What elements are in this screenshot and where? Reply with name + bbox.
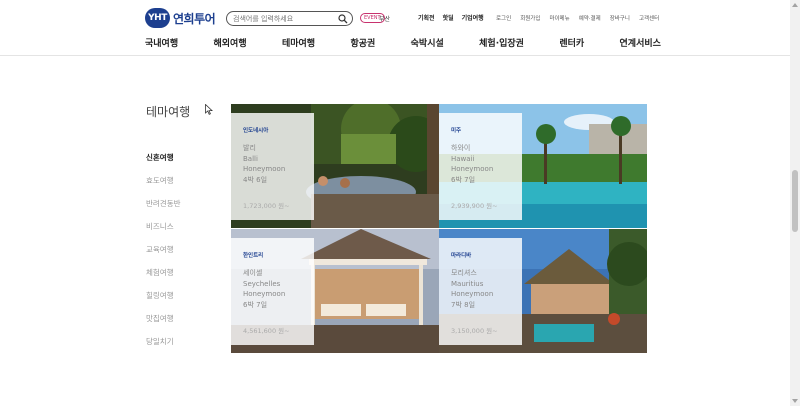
top-links: 기획전 핫딜 기업여행 xyxy=(418,13,492,22)
product-name-ko: 세이셸 xyxy=(243,269,263,277)
product-price: 1,723,000 원~ xyxy=(243,202,290,210)
product-price: 2,939,900 원~ xyxy=(451,202,498,210)
util-link-support[interactable]: 고객센터 xyxy=(639,14,659,22)
product-name-ko: 발리 xyxy=(243,144,256,152)
side-menu-item-healing[interactable]: 힐링여행 xyxy=(146,290,181,313)
site-header: YHT 연희투어 EVENT 부산 기획전 핫딜 기업여행 로그인 회원가입 마… xyxy=(0,0,790,56)
product-name-ko: 하와이 xyxy=(451,144,471,152)
util-link-login[interactable]: 로그인 xyxy=(496,14,511,22)
product-duration: 4박 6일 xyxy=(243,175,268,184)
product-card: 미주 하와이 Hawaii Honeymoon 6박 7일 2,939,900 … xyxy=(439,113,522,220)
util-link-booking[interactable]: 예약·결제 xyxy=(579,14,601,22)
search-icon[interactable] xyxy=(338,14,348,24)
util-link-signup[interactable]: 회원가입 xyxy=(520,14,540,22)
search-box xyxy=(226,11,353,26)
product-card: 인도네시아 발리 Balli Honeymoon 4박 6일 1,723,000… xyxy=(231,113,314,220)
product-duration: 7박 8일 xyxy=(451,300,476,309)
util-link-mymenu[interactable]: 마이메뉴 xyxy=(549,14,569,22)
nav-flights[interactable]: 항공권 xyxy=(348,36,377,49)
product-tile-hawaii[interactable]: 미주 하와이 Hawaii Honeymoon 6박 7일 2,939,900 … xyxy=(439,104,647,228)
scroll-up-icon[interactable] xyxy=(792,3,798,7)
side-menu-title: 테마여행 xyxy=(146,105,191,119)
nav-theme[interactable]: 테마여행 xyxy=(280,36,317,49)
side-menu-item-food[interactable]: 맛집여행 xyxy=(146,313,181,336)
nav-services[interactable]: 연계서비스 xyxy=(618,36,663,49)
product-type: Honeymoon xyxy=(451,290,494,298)
logo[interactable]: YHT 연희투어 xyxy=(145,8,216,28)
side-menu: 신혼여행 효도여행 반려견동반 비즈니스 교육여행 체험여행 힐링여행 맛집여행… xyxy=(146,152,181,359)
product-price: 4,561,600 원~ xyxy=(243,327,290,335)
product-price: 3,150,000 원~ xyxy=(451,327,498,335)
product-name-en: Hawaii xyxy=(451,154,475,163)
product-region: 미주 xyxy=(451,128,462,134)
logo-mark: YHT xyxy=(145,8,170,28)
top-link-special[interactable]: 기획전 xyxy=(418,13,435,22)
product-name-en: Balli xyxy=(243,154,258,163)
side-menu-item-education[interactable]: 교육여행 xyxy=(146,244,181,267)
utility-links: 로그인 회원가입 마이메뉴 예약·결제 장바구니 고객센터 xyxy=(496,14,668,22)
vertical-scrollbar[interactable] xyxy=(790,0,800,406)
util-link-cart[interactable]: 장바구니 xyxy=(610,14,630,22)
product-tile-mauritius[interactable]: 마라디바 모리셔스 Mauritius Honeymoon 7박 8일 3,15… xyxy=(439,229,647,353)
product-region: 마라디바 xyxy=(451,253,472,259)
page: YHT 연희투어 EVENT 부산 기획전 핫딜 기업여행 로그인 회원가입 마… xyxy=(0,0,800,406)
side-menu-item-family[interactable]: 효도여행 xyxy=(146,175,181,198)
scroll-thumb[interactable] xyxy=(792,170,798,232)
product-type: Honeymoon xyxy=(243,290,286,298)
side-menu-item-daytrip[interactable]: 당일치기 xyxy=(146,336,181,359)
nav-accommodation[interactable]: 숙박시설 xyxy=(409,36,446,49)
product-card: 마라디바 모리셔스 Mauritius Honeymoon 7박 8일 3,15… xyxy=(439,238,522,345)
nav-rentcar[interactable]: 렌터카 xyxy=(557,36,586,49)
side-menu-item-honeymoon[interactable]: 신혼여행 xyxy=(146,152,181,175)
top-link-corporate[interactable]: 기업여행 xyxy=(462,13,484,22)
product-duration: 6박 7일 xyxy=(243,300,268,309)
product-type: Honeymoon xyxy=(451,165,494,173)
mouse-cursor-icon xyxy=(205,104,213,115)
product-tile-seychelles[interactable]: 한인트리 세이셸 Seychelles Honeymoon 6박 7일 4,56… xyxy=(231,229,439,353)
event-badge-label[interactable]: 부산 xyxy=(379,14,390,23)
side-menu-item-experience[interactable]: 체험여행 xyxy=(146,267,181,290)
product-name-en: Mauritius xyxy=(451,279,484,288)
side-menu-item-pet[interactable]: 반려견동반 xyxy=(146,198,181,221)
top-link-hotdeal[interactable]: 핫딜 xyxy=(443,13,454,22)
side-menu-item-business[interactable]: 비즈니스 xyxy=(146,221,181,244)
logo-text: 연희투어 xyxy=(173,11,216,26)
main-nav: 국내여행 해외여행 테마여행 항공권 숙박시설 체험·입장권 렌터카 연계서비스 xyxy=(143,36,663,49)
search-input[interactable] xyxy=(233,13,333,24)
nav-overseas[interactable]: 해외여행 xyxy=(211,36,248,49)
scroll-down-icon[interactable] xyxy=(792,399,798,403)
product-region: 한인트리 xyxy=(243,253,264,259)
product-region: 인도네시아 xyxy=(243,128,269,134)
product-name-en: Seychelles xyxy=(243,279,281,288)
product-grid: 인도네시아 발리 Balli Honeymoon 4박 6일 1,723,000… xyxy=(231,104,647,353)
nav-domestic[interactable]: 국내여행 xyxy=(143,36,180,49)
product-tile-bali[interactable]: 인도네시아 발리 Balli Honeymoon 4박 6일 1,723,000… xyxy=(231,104,439,228)
product-card: 한인트리 세이셸 Seychelles Honeymoon 6박 7일 4,56… xyxy=(231,238,314,345)
product-type: Honeymoon xyxy=(243,165,286,173)
nav-activities[interactable]: 체험·입장권 xyxy=(477,36,526,49)
product-duration: 6박 7일 xyxy=(451,175,476,184)
product-name-ko: 모리셔스 xyxy=(451,269,477,277)
